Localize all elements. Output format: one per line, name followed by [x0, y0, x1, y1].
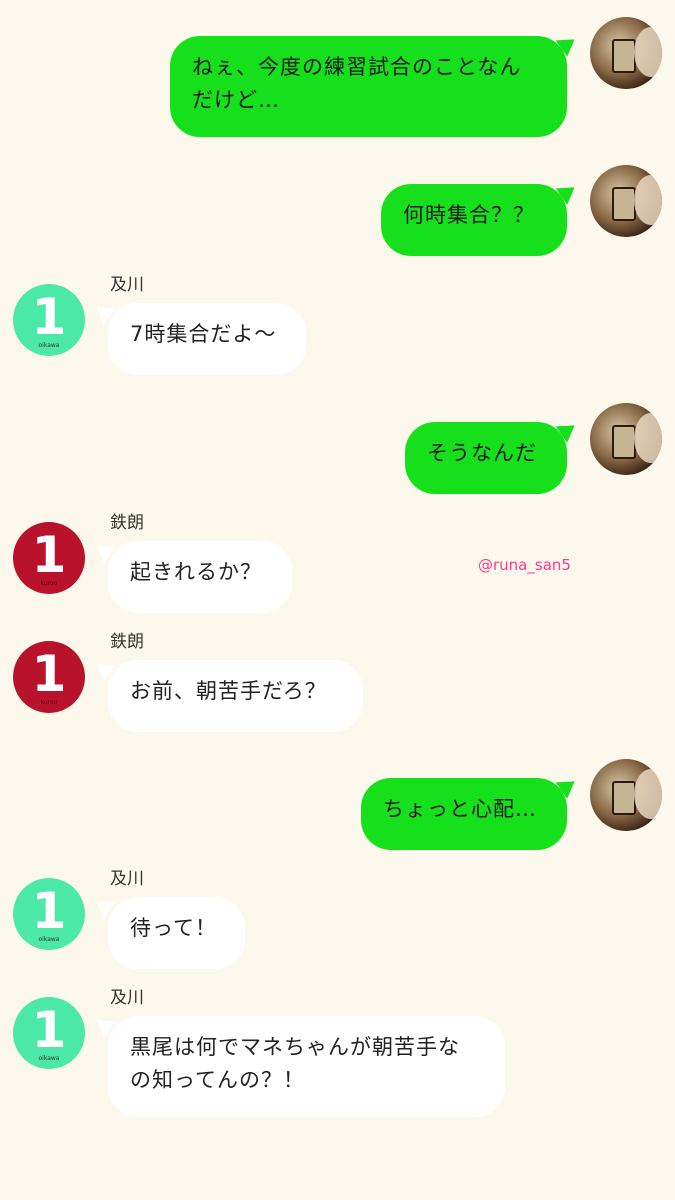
avatar-tag: oikawa — [38, 936, 60, 943]
message-text: 何時集合？？ — [403, 203, 535, 227]
message-bubble[interactable]: 待って！ — [108, 897, 245, 969]
message-bubble[interactable]: 何時集合？？ — [381, 184, 567, 256]
avatar-tag: oikawa — [38, 342, 60, 349]
my-avatar[interactable] — [590, 17, 662, 89]
avatar-number: 1 — [31, 1001, 67, 1059]
avatar-tag: kuroo — [40, 580, 58, 587]
message-text: 起きれるか？ — [130, 560, 262, 584]
message-bubble[interactable]: そうなんだ — [405, 422, 567, 494]
message-text: ちょっと心配… — [383, 797, 537, 821]
avatar-number: 1 — [31, 288, 67, 346]
oikawa-avatar[interactable]: 1 oikawa — [13, 997, 85, 1069]
kuroo-avatar[interactable]: 1 kuroo — [13, 522, 85, 594]
message-bubble[interactable]: ちょっと心配… — [361, 778, 567, 850]
message-bubble[interactable]: 黒尾は何でマネちゃんが朝苦手な の知ってんの？！ — [108, 1016, 505, 1117]
sender-name: 及川 — [110, 988, 144, 1008]
avatar-number: 1 — [31, 645, 67, 703]
message-text: そうなんだ — [427, 441, 537, 465]
sender-name: 及川 — [110, 275, 144, 295]
sender-name: 鉄朗 — [110, 513, 144, 533]
message-bubble[interactable]: 起きれるか？ — [108, 541, 292, 613]
kuroo-avatar[interactable]: 1 kuroo — [13, 641, 85, 713]
message-bubble[interactable]: 7時集合だよ〜 — [108, 303, 306, 375]
oikawa-avatar[interactable]: 1 oikawa — [13, 878, 85, 950]
avatar-tag: oikawa — [38, 1055, 60, 1062]
message-text-line: 黒尾は何でマネちゃんが朝苦手な — [130, 1035, 460, 1059]
oikawa-avatar[interactable]: 1 oikawa — [13, 284, 85, 356]
watermark: @runa_san5 — [478, 556, 571, 574]
avatar-tag: kuroo — [40, 699, 58, 706]
avatar-number: 1 — [31, 882, 67, 940]
sender-name: 鉄朗 — [110, 632, 144, 652]
message-bubble[interactable]: ねぇ、今度の練習試合のことなん だけど… — [170, 36, 567, 137]
message-text-line: の知ってんの？！ — [130, 1068, 305, 1092]
message-text-line: ねぇ、今度の練習試合のことなん — [192, 55, 522, 79]
message-text: 待って！ — [130, 916, 217, 940]
message-text: お前、朝苦手だろ？ — [130, 679, 327, 703]
message-text: 7時集合だよ〜 — [130, 322, 277, 346]
avatar-number: 1 — [31, 526, 67, 584]
sender-name: 及川 — [110, 869, 144, 889]
my-avatar[interactable] — [590, 165, 662, 237]
message-bubble[interactable]: お前、朝苦手だろ？ — [108, 660, 363, 732]
my-avatar[interactable] — [590, 759, 662, 831]
message-text-line: だけど… — [192, 88, 280, 112]
my-avatar[interactable] — [590, 403, 662, 475]
